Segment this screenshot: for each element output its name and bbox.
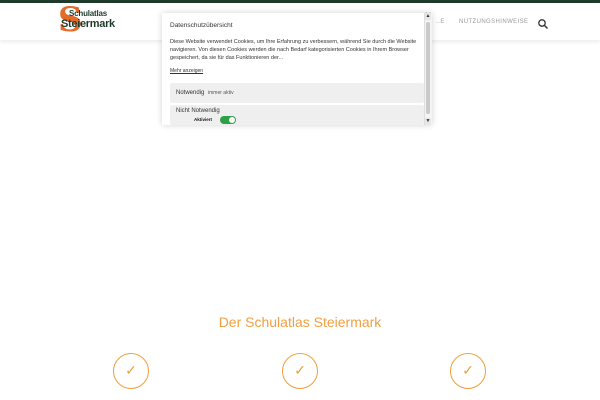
category-name: Notwendig <box>176 90 205 96</box>
modal-description: Diese Website verwendet Cookies, um Ihre… <box>170 39 417 61</box>
scroll-down-arrow-icon[interactable]: ▼ <box>425 118 431 125</box>
logo-line2: Steiermark <box>61 18 115 30</box>
nav-item-nutzungshinweise[interactable]: NUTZUNGSHINWEISE <box>459 19 528 25</box>
cookie-category-necessary[interactable]: Notwendig immer aktiv <box>170 83 424 103</box>
nav-item-partial[interactable]: ..E <box>436 19 445 25</box>
scroll-thumb[interactable] <box>426 22 430 114</box>
feature-badge-1: ✓ <box>113 353 149 389</box>
category-label: Notwendig immer aktiv <box>176 90 234 96</box>
modal-title: Datenschutzübersicht <box>170 22 233 29</box>
non-necessary-toggle[interactable] <box>220 116 236 124</box>
cookie-category-non-necessary[interactable]: Nicht Notwendig Aktiviert <box>170 105 424 125</box>
search-icon[interactable] <box>537 18 549 30</box>
site-logo[interactable]: S Schulatlas Steiermark <box>58 3 115 41</box>
toggle-knob <box>229 117 235 123</box>
category-always-active: immer aktiv <box>208 90 234 96</box>
checkmark-icon: ✓ <box>462 362 474 378</box>
feature-badge-3: ✓ <box>450 353 486 389</box>
checkmark-icon: ✓ <box>294 362 306 378</box>
logo-line1: Schulatlas <box>69 9 108 18</box>
feature-badge-2: ✓ <box>282 353 318 389</box>
modal-scrollbar[interactable]: ▲ ▼ <box>424 13 432 125</box>
scroll-up-arrow-icon[interactable]: ▲ <box>425 13 431 20</box>
toggle-status-label: Aktiviert <box>194 117 213 122</box>
show-more-link[interactable]: Mehr anzeigen <box>170 68 203 74</box>
category-name: Nicht Notwendig <box>176 108 220 114</box>
checkmark-icon: ✓ <box>125 362 137 378</box>
page-section-title: Der Schulatlas Steiermark <box>218 314 382 330</box>
cookie-consent-modal: Datenschutzübersicht × Diese Website ver… <box>162 11 432 125</box>
